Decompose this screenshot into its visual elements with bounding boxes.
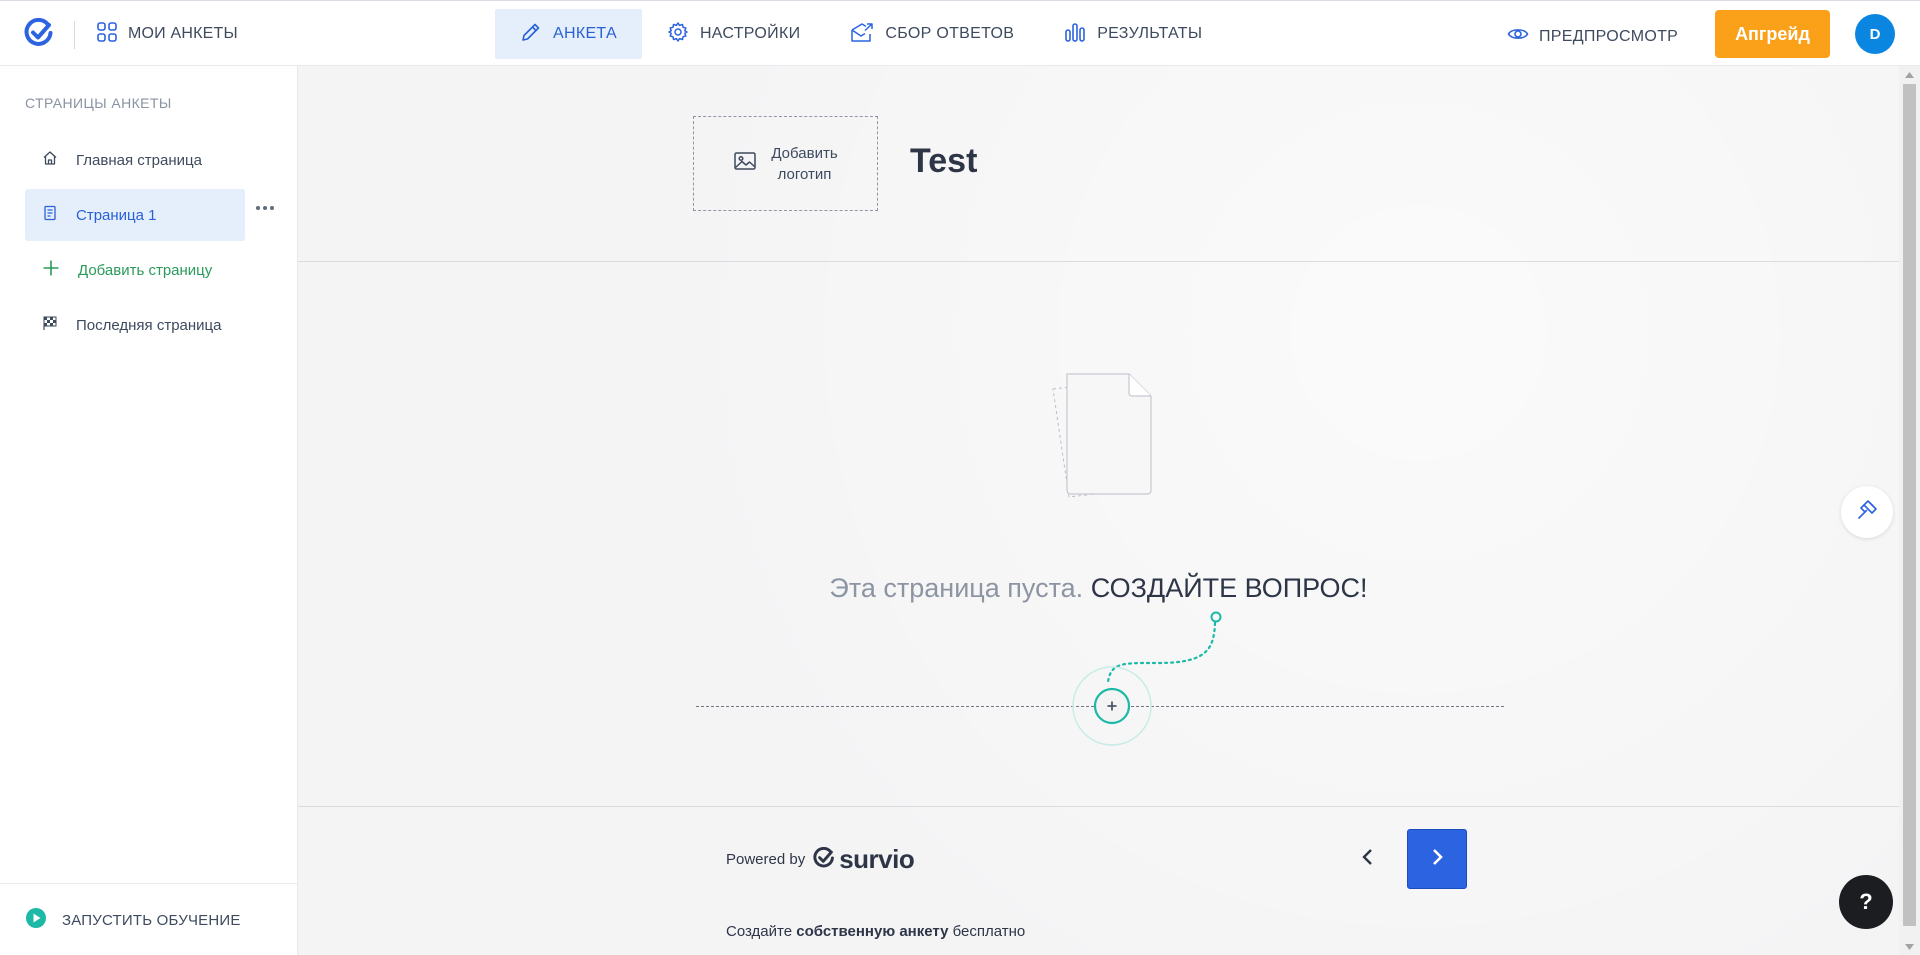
survio-logo-icon bbox=[813, 846, 835, 873]
help-button[interactable]: ? bbox=[1839, 875, 1893, 929]
preview-label: ПРЕДПРОСМОТР bbox=[1539, 27, 1679, 45]
sidebar-item-label: Добавить страницу bbox=[78, 261, 213, 279]
upgrade-button[interactable]: Апгрейд bbox=[1715, 10, 1830, 58]
scrollbar-thumb[interactable] bbox=[1903, 84, 1916, 926]
bar-chart-icon bbox=[1064, 21, 1086, 48]
empty-page-text: Эта страница пуста. bbox=[829, 573, 1084, 603]
page-options-more-icon[interactable] bbox=[252, 199, 278, 217]
my-surveys-label: МОИ АНКЕТЫ bbox=[128, 25, 238, 42]
sidebar-item-label: Последняя страница bbox=[76, 316, 222, 334]
home-icon bbox=[42, 150, 58, 170]
add-question-button[interactable] bbox=[1070, 664, 1154, 748]
eye-icon bbox=[1507, 23, 1529, 50]
design-tool-button[interactable] bbox=[1841, 486, 1893, 538]
chevron-right-icon bbox=[1430, 848, 1444, 871]
start-tutorial-button[interactable]: ЗАПУСТИТЬ ОБУЧЕНИЕ bbox=[25, 907, 241, 933]
powered-by: Powered by survio bbox=[726, 844, 915, 875]
checkered-flag-icon bbox=[42, 315, 58, 335]
page-icon bbox=[42, 205, 58, 225]
my-surveys-link[interactable]: МОИ АНКЕТЫ bbox=[96, 21, 238, 48]
create-own-survey-link[interactable]: собственную анкету bbox=[796, 923, 948, 940]
add-logo-label: Добавить логотип bbox=[771, 144, 838, 183]
pencil-icon bbox=[520, 21, 542, 48]
divider bbox=[298, 806, 1899, 807]
add-logo-button[interactable]: Добавить логотип bbox=[693, 116, 878, 211]
sidebar-item-home-page[interactable]: Главная страница bbox=[25, 134, 245, 186]
gear-icon bbox=[667, 21, 689, 48]
tab-label: РЕЗУЛЬТАТЫ bbox=[1097, 25, 1203, 42]
paint-roller-icon bbox=[1854, 497, 1880, 528]
tab-label: АНКЕТА bbox=[553, 25, 617, 42]
create-question-cta: СОЗДАЙТЕ ВОПРОС! bbox=[1090, 573, 1368, 603]
sidebar: СТРАНИЦЫ АНКЕТЫ Главная страница Страниц… bbox=[0, 66, 298, 955]
survey-canvas: Добавить логотип Test Эта страница пуста… bbox=[298, 66, 1899, 955]
previous-page-button[interactable] bbox=[1353, 844, 1383, 874]
sidebar-footer: ЗАПУСТИТЬ ОБУЧЕНИЕ bbox=[0, 883, 297, 955]
survio-logo-icon[interactable] bbox=[24, 17, 54, 48]
sidebar-item-label: Главная страница bbox=[76, 151, 202, 169]
next-page-button[interactable] bbox=[1407, 829, 1467, 889]
scroll-down-arrow-icon[interactable] bbox=[1899, 938, 1920, 955]
powered-by-label: Powered by bbox=[726, 851, 806, 868]
footer-note: Создайте собственную анкету бесплатно bbox=[726, 923, 1026, 940]
send-envelope-icon bbox=[850, 21, 874, 48]
main-tabs: АНКЕТА НАСТРОЙКИ СБОР ОТВЕТОВ РЕЗУЛЬТАТЫ bbox=[495, 9, 1227, 59]
avatar[interactable]: D bbox=[1855, 14, 1895, 54]
tab-results[interactable]: РЕЗУЛЬТАТЫ bbox=[1039, 9, 1227, 59]
plus-icon bbox=[42, 259, 60, 281]
tab-settings[interactable]: НАСТРОЙКИ bbox=[642, 9, 825, 59]
tab-survey[interactable]: АНКЕТА bbox=[495, 9, 642, 59]
tab-label: СБОР ОТВЕТОВ bbox=[885, 25, 1015, 42]
chevron-left-icon bbox=[1361, 848, 1375, 871]
image-icon bbox=[733, 150, 757, 177]
tab-label: НАСТРОЙКИ bbox=[699, 25, 801, 42]
empty-page-message: Эта страница пуста. СОЗДАЙТЕ ВОПРОС! bbox=[298, 573, 1899, 604]
divider bbox=[298, 261, 1899, 262]
play-icon bbox=[25, 907, 47, 933]
divider bbox=[74, 21, 75, 49]
scrollbar[interactable] bbox=[1899, 66, 1920, 955]
sidebar-item-page-1[interactable]: Страница 1 bbox=[25, 189, 245, 241]
sidebar-title: СТРАНИЦЫ АНКЕТЫ bbox=[25, 95, 172, 111]
empty-document-illustration bbox=[1033, 371, 1163, 521]
sidebar-item-last-page[interactable]: Последняя страница bbox=[25, 299, 245, 351]
tab-collect-responses[interactable]: СБОР ОТВЕТОВ bbox=[825, 9, 1039, 59]
survey-title[interactable]: Test bbox=[910, 142, 977, 181]
sidebar-item-label: Страница 1 bbox=[76, 206, 157, 224]
brand-name: survio bbox=[839, 844, 915, 874]
grid-icon bbox=[96, 21, 118, 48]
tutorial-label: ЗАПУСТИТЬ ОБУЧЕНИЕ bbox=[62, 911, 241, 929]
add-page-button[interactable]: Добавить страницу bbox=[25, 244, 245, 296]
preview-button[interactable]: ПРЕДПРОСМОТР bbox=[1507, 23, 1678, 50]
scroll-up-arrow-icon[interactable] bbox=[1899, 66, 1920, 83]
top-bar: МОИ АНКЕТЫ АНКЕТА НАСТРОЙКИ СБОР ОТВЕТОВ… bbox=[0, 0, 1920, 66]
